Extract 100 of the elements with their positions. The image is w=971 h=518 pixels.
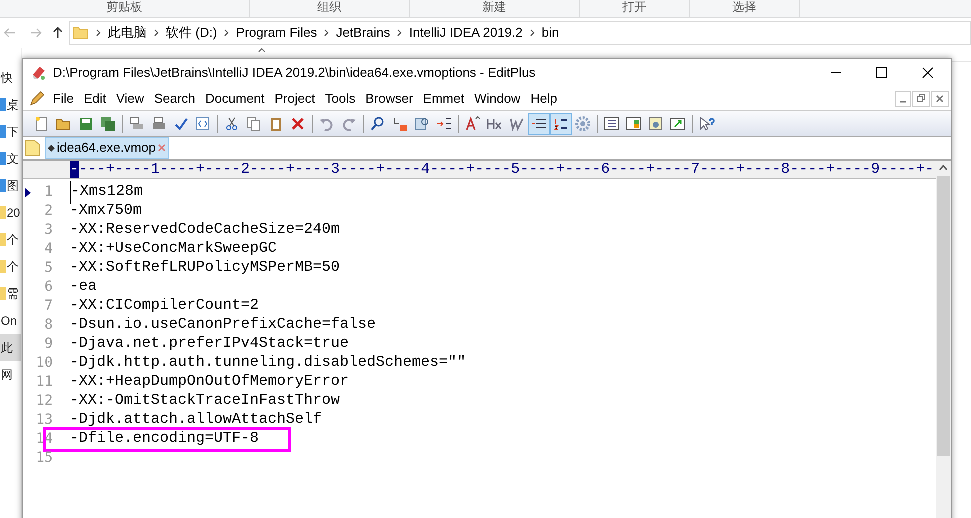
- menu-item[interactable]: Tools: [320, 88, 361, 108]
- mdi-restore-button[interactable]: [912, 90, 930, 106]
- menu-item[interactable]: Help: [526, 88, 562, 108]
- breadcrumb[interactable]: JetBrains: [336, 23, 390, 43]
- nav-row[interactable]: 文: [0, 145, 21, 172]
- file-tab[interactable]: idea64.exe.vmop: [45, 137, 170, 159]
- menu-item[interactable]: Emmet: [418, 88, 470, 108]
- breadcrumb[interactable]: 此电脑: [108, 23, 147, 43]
- nav-row[interactable]: 桌: [0, 91, 21, 118]
- ribbon-group-label: 新建: [410, 0, 580, 18]
- library-icon: [0, 152, 6, 165]
- ribbon-group-label: 剪贴板: [0, 0, 250, 18]
- menu-item[interactable]: Window: [469, 88, 526, 108]
- folder-icon[interactable]: [25, 139, 41, 157]
- menu-item[interactable]: Browser: [360, 88, 418, 108]
- menu-item[interactable]: Edit: [78, 88, 112, 108]
- column-ruler: ----+----1----+----2----+----3----+----4----+----5----+----6----+----7----+----8----+----9----+-: [70, 161, 936, 179]
- library-icon: [0, 179, 6, 192]
- address-bar[interactable]: 此电脑 软件 (D:) Program Files JetBrains IntelliJ IDEA 2019.2 bin: [69, 21, 971, 45]
- code-line: -Djdk.http.auth.tunneling.disabledSchemes="": [70, 353, 466, 374]
- line-number: 3: [44, 221, 53, 240]
- menu-item[interactable]: View: [111, 88, 150, 108]
- menu-item[interactable]: Search: [149, 88, 201, 108]
- folder-icon: [0, 233, 6, 246]
- library-icon: [0, 98, 6, 111]
- code-line: -XX:-OmitStackTraceInFastThrow: [70, 391, 340, 412]
- nav-row[interactable]: On: [0, 307, 21, 334]
- nav-row[interactable]: 个: [0, 226, 21, 253]
- nav-row[interactable]: 下: [0, 118, 21, 145]
- nav-row[interactable]: 需: [0, 280, 21, 307]
- nav-item[interactable]: 图: [7, 176, 19, 194]
- chevron-icon: [530, 29, 535, 37]
- code-line: -Dfile.encoding=UTF-8: [70, 429, 260, 450]
- chevron-icon: [397, 29, 402, 37]
- close-icon: [936, 94, 944, 102]
- line-number: 5: [44, 259, 53, 278]
- code-line: -Xmx750m: [70, 201, 142, 222]
- ribbon-group-label: 选择: [690, 0, 800, 18]
- up-icon[interactable]: [52, 27, 64, 39]
- sort-caret-icon: [258, 48, 266, 53]
- nav-item[interactable]: 下: [7, 122, 19, 140]
- breadcrumb[interactable]: Program Files: [236, 23, 318, 43]
- library-icon: [0, 125, 6, 138]
- nav-item[interactable]: 个: [7, 230, 19, 248]
- nav-item[interactable]: 个: [7, 258, 19, 276]
- nav-item[interactable]: 文: [7, 150, 19, 168]
- code-line: -Xms128m: [70, 181, 144, 204]
- mdi-minimize-button[interactable]: [895, 90, 911, 106]
- vertical-scrollbar[interactable]: [936, 161, 951, 518]
- ribbon-group-label: 组织: [250, 0, 410, 18]
- nav-item[interactable]: 网: [1, 366, 13, 384]
- restore-icon: [916, 94, 926, 103]
- nav-row[interactable]: 网: [0, 361, 21, 388]
- code-line: -ea: [70, 277, 98, 298]
- word-wrap-icon[interactable]: [528, 112, 550, 134]
- nav-row[interactable]: 图: [0, 172, 21, 199]
- nav-item[interactable]: 此: [1, 338, 13, 356]
- minimize-icon: [900, 100, 906, 102]
- menu-item[interactable]: File: [48, 88, 79, 108]
- mdi-close-button[interactable]: [931, 90, 949, 106]
- diamond-icon: [48, 144, 55, 152]
- nav-row[interactable]: 此: [0, 334, 21, 361]
- code-line: -Djdk.attach.allowAttachSelf: [70, 410, 322, 430]
- line-numbers-icon[interactable]: [550, 112, 572, 134]
- menu-item[interactable]: Document: [200, 88, 270, 108]
- line-number: 13: [35, 411, 53, 430]
- line-number: 8: [44, 316, 53, 335]
- code-line: -Dsun.io.useCanonPrefixCache=false: [70, 315, 376, 336]
- breadcrumb[interactable]: 软件 (D:): [166, 23, 218, 43]
- chevron-icon: [224, 29, 230, 37]
- window-title: D:\Program Files\JetBrains\IntelliJ IDEA 2019.2\bin\idea64.exe.vmoptions - EditPlus: [53, 64, 536, 82]
- line-number: 6: [44, 278, 53, 297]
- nav-item[interactable]: 快: [1, 68, 13, 86]
- nav-row[interactable]: 20: [0, 199, 21, 226]
- line-number: 7: [44, 297, 53, 316]
- code-line: -XX:ReservedCodeCacheSize=240m: [70, 220, 340, 240]
- chevron-icon: [96, 29, 101, 37]
- line-number: 10: [35, 354, 53, 373]
- nav-item[interactable]: On: [1, 312, 18, 330]
- chevron-icon: [154, 29, 159, 37]
- ribbon-group-label: 打开: [580, 0, 690, 18]
- app-icon: [31, 65, 47, 81]
- folder-icon: [0, 260, 6, 273]
- close-icon[interactable]: [158, 144, 166, 152]
- nav-item[interactable]: 20: [7, 204, 20, 222]
- nav-row[interactable]: 快: [0, 64, 21, 91]
- nav-item[interactable]: 需: [7, 284, 19, 302]
- breadcrumb[interactable]: bin: [542, 23, 560, 43]
- nav-row[interactable]: 个: [0, 253, 21, 280]
- menu-item[interactable]: Project: [270, 88, 320, 108]
- code-line: -XX:+HeapDumpOnOutOfMemoryError: [70, 372, 350, 392]
- breadcrumb[interactable]: IntelliJ IDEA 2019.2: [409, 23, 523, 43]
- line-number: 4: [44, 240, 53, 259]
- folder-icon: [0, 287, 6, 300]
- line-number: 11: [35, 373, 53, 392]
- line-number: 1: [44, 183, 53, 202]
- line-number: 9: [44, 335, 53, 354]
- line-number: 15: [35, 449, 53, 468]
- nav-item[interactable]: 桌: [7, 96, 19, 114]
- code-line: -XX:SoftRefLRUPolicyMSPerMB=50: [70, 258, 340, 278]
